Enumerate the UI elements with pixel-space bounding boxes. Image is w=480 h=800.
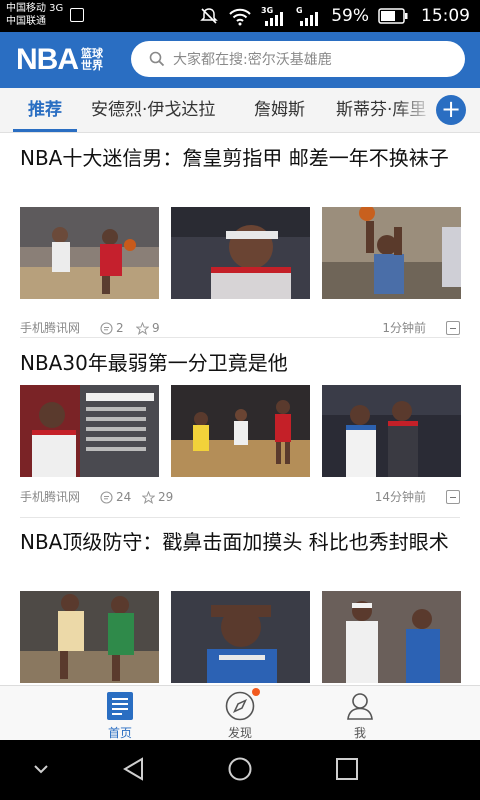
basketball-dunk-photo xyxy=(322,207,461,299)
active-tab-indicator xyxy=(13,129,77,132)
comment-count-value: 2 xyxy=(116,321,124,335)
profile-icon xyxy=(347,693,373,720)
like-count-value: 9 xyxy=(152,321,160,335)
article-source: 手机腾讯网 xyxy=(20,490,81,504)
app-header: NBA 篮球 世界 大家都在搜:密尔沃基雄鹿 xyxy=(0,32,480,88)
search-input[interactable]: 大家都在搜:密尔沃基雄鹿 xyxy=(131,41,465,77)
article-title[interactable]: NBA十大迷信男：詹皇剪指甲 邮差一年不换袜子 xyxy=(20,144,465,172)
article-source: 手机腾讯网 xyxy=(20,321,81,335)
comment-count: 2 xyxy=(100,318,124,338)
article-thumbnail[interactable] xyxy=(322,207,461,299)
nav-discover-label: 发现 xyxy=(227,726,252,740)
basketball-player-photo xyxy=(171,591,310,683)
article-time: 14分钟前 xyxy=(374,490,426,504)
tab-iguodala[interactable]: 安德烈·伊戈达拉 xyxy=(91,88,215,132)
nba-logo: NBA 篮球 世界 xyxy=(16,42,103,78)
news-article[interactable]: NBA十大迷信男：詹皇剪指甲 邮差一年不换袜子 手机腾讯网 2 9 1分钟前 xyxy=(0,144,480,339)
article-title[interactable]: NBA顶级防守：戳鼻击面加摸头 科比也秀封眼术 xyxy=(20,528,465,556)
article-meta: 手机腾讯网 24 29 14分钟前 xyxy=(20,487,460,507)
battery-icon xyxy=(378,8,408,24)
bottom-navigation: 首页 发现 我 xyxy=(0,685,480,740)
carrier-2: 中国联通 xyxy=(6,16,46,27)
comment-icon xyxy=(100,321,113,335)
notification-dot xyxy=(252,688,260,696)
article-thumbnail[interactable] xyxy=(171,591,310,683)
news-feed[interactable]: NBA十大迷信男：詹皇剪指甲 邮差一年不换袜子 手机腾讯网 2 9 1分钟前 N… xyxy=(0,134,480,685)
nav-profile-label: 我 xyxy=(353,726,366,740)
battery-percentage: 59% xyxy=(331,6,369,26)
compass-icon xyxy=(225,691,255,721)
tab-recommended[interactable]: 推荐 xyxy=(28,88,62,132)
signal-3g-icon: 3G xyxy=(261,6,284,26)
search-icon xyxy=(149,51,165,67)
logo-sub-text: 篮球 世界 xyxy=(81,48,103,72)
back-icon[interactable] xyxy=(121,756,147,782)
article-meta: 手机腾讯网 2 9 1分钟前 xyxy=(20,318,460,338)
basketball-players-photo xyxy=(20,207,159,299)
article-divider xyxy=(20,517,460,518)
nav-profile[interactable]: 我 xyxy=(310,686,410,741)
basketball-game-photo xyxy=(171,385,310,477)
status-bar: 中国移动 3G 中国联通 3G G 59% 15:09 xyxy=(0,0,480,32)
news-article[interactable]: NBA顶级防守：戳鼻击面加摸头 科比也秀封眼术 xyxy=(0,528,480,685)
dismiss-article-button[interactable] xyxy=(446,490,460,504)
add-tab-button[interactable]: + xyxy=(436,95,466,125)
star-icon xyxy=(136,321,149,335)
home-icon xyxy=(107,692,133,720)
tab-james[interactable]: 詹姆斯 xyxy=(254,88,305,132)
article-thumbnail[interactable] xyxy=(20,591,159,683)
logo-main-text: NBA xyxy=(16,43,79,76)
network-1-label: 3G xyxy=(261,6,273,15)
basketball-players-photo xyxy=(322,385,461,477)
gallery-notification-icon xyxy=(70,8,84,22)
article-thumbnail[interactable] xyxy=(171,385,310,477)
comment-count-value: 24 xyxy=(116,490,132,504)
signal-g-icon: G xyxy=(296,6,319,26)
basketball-player-graphic xyxy=(20,385,159,477)
wifi-icon xyxy=(229,8,251,26)
system-navigation-bar xyxy=(0,740,480,800)
comment-icon xyxy=(100,490,113,504)
nav-home-label: 首页 xyxy=(107,726,132,740)
category-tabs: 推荐 安德烈·伊戈达拉 詹姆斯 斯蒂芬·库里 xyxy=(0,88,480,133)
dismiss-article-button[interactable] xyxy=(446,321,460,335)
like-count-value: 29 xyxy=(158,490,174,504)
carrier-1: 中国移动 3G xyxy=(6,3,64,14)
basketball-player-photo xyxy=(171,207,310,299)
network-2-label: G xyxy=(296,6,303,15)
news-article[interactable]: NBA30年最弱第一分卫竟是他 手机腾讯网 24 29 14分钟前 xyxy=(0,349,480,519)
tab-fade-overlay xyxy=(396,88,434,132)
recent-apps-icon[interactable] xyxy=(334,756,360,782)
article-divider xyxy=(20,337,460,338)
article-thumbnail[interactable] xyxy=(20,385,159,477)
logo-sub-line-2: 世界 xyxy=(81,59,103,72)
article-title[interactable]: NBA30年最弱第一分卫竟是他 xyxy=(20,349,465,377)
search-placeholder: 大家都在搜:密尔沃基雄鹿 xyxy=(173,52,332,68)
home-button-icon[interactable] xyxy=(227,756,253,782)
mute-icon xyxy=(200,8,219,24)
carrier-info: 中国移动 3G 中国联通 xyxy=(6,2,63,28)
nav-home[interactable]: 首页 xyxy=(70,686,170,741)
article-thumbnail[interactable] xyxy=(322,591,461,683)
article-time: 1分钟前 xyxy=(382,321,426,335)
nav-discover[interactable]: 发现 xyxy=(190,686,290,741)
like-count: 29 xyxy=(142,487,173,507)
basketball-defense-photo xyxy=(20,591,159,683)
article-thumbnail[interactable] xyxy=(20,207,159,299)
status-indicators: 3G G 59% 15:09 xyxy=(199,0,470,32)
chevron-down-icon[interactable] xyxy=(30,756,52,782)
comment-count: 24 xyxy=(100,487,131,507)
like-count: 9 xyxy=(136,318,160,338)
star-icon xyxy=(142,490,155,504)
article-thumbnail[interactable] xyxy=(322,385,461,477)
article-thumbnail[interactable] xyxy=(171,207,310,299)
clock: 15:09 xyxy=(421,6,470,26)
basketball-players-photo xyxy=(322,591,461,683)
